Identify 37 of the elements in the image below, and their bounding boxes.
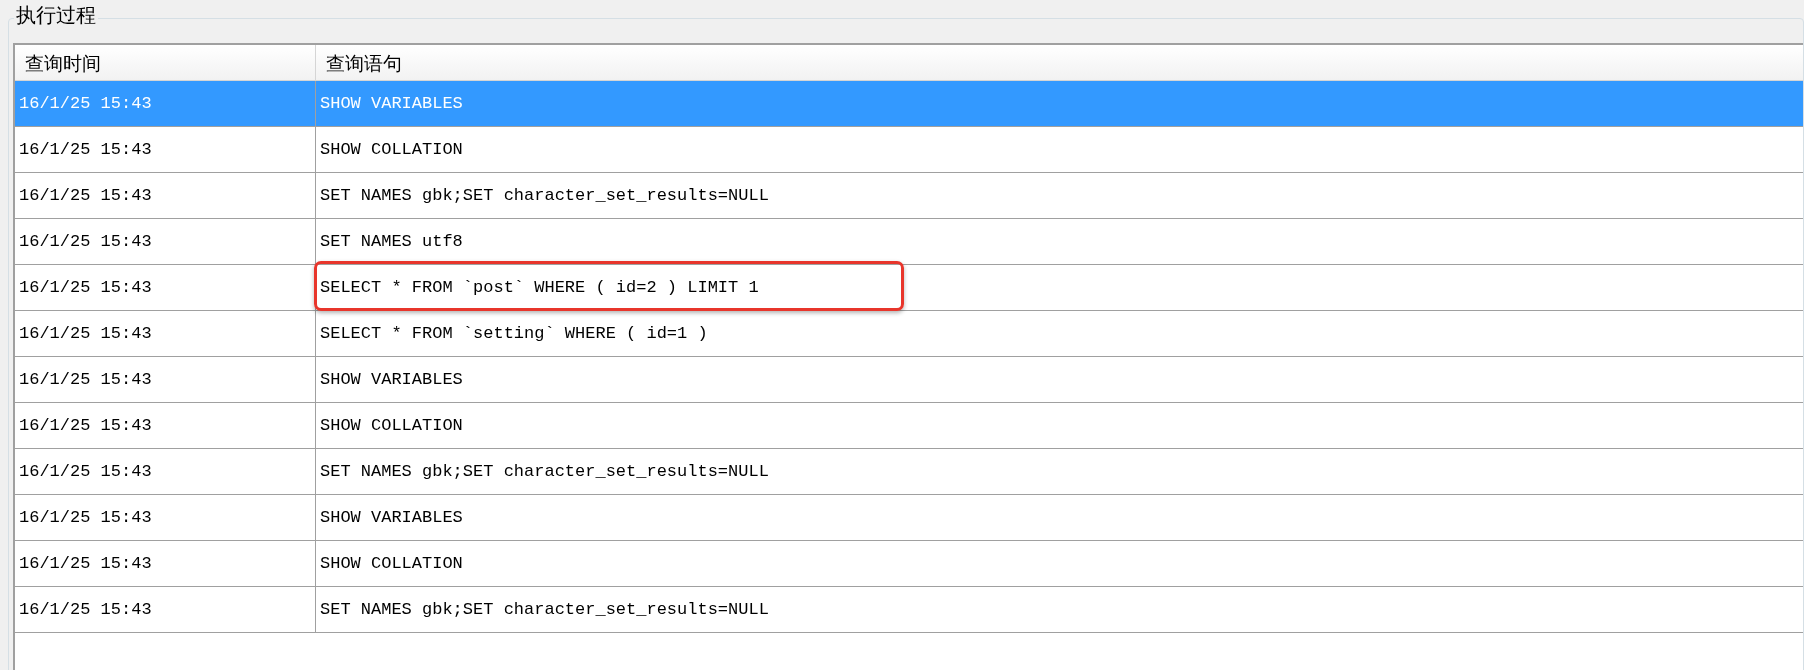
query-text: SET NAMES utf8: [320, 230, 463, 253]
time-cell: 16/1/25 15:43: [15, 449, 316, 494]
table-row[interactable]: 16/1/25 15:43 SHOW COLLATION: [15, 541, 1803, 587]
time-cell: 16/1/25 15:43: [15, 357, 316, 402]
time-cell: 16/1/25 15:43: [15, 127, 316, 172]
table-row[interactable]: 16/1/25 15:43 SET NAMES gbk;SET character_set_results=NULL: [15, 449, 1803, 495]
time-cell: 16/1/25 15:43: [15, 495, 316, 540]
time-cell: 16/1/25 15:43: [15, 403, 316, 448]
query-text: SET NAMES gbk;SET character_set_results=NULL: [320, 460, 769, 483]
column-header[interactable]: 查询语句: [316, 45, 1803, 80]
time-cell: 16/1/25 15:43: [15, 219, 316, 264]
query-text: SHOW VARIABLES: [320, 506, 463, 529]
time-cell: 16/1/25 15:43: [15, 541, 316, 586]
query-text: SET NAMES gbk;SET character_set_results=NULL: [320, 598, 769, 621]
query-text: SELECT * FROM `setting` WHERE ( id=1 ): [320, 322, 708, 345]
time-cell: 16/1/25 15:43: [15, 311, 316, 356]
column-header[interactable]: 查询时间: [15, 45, 316, 80]
table-row[interactable]: 16/1/25 15:43 SHOW VARIABLES: [15, 495, 1803, 541]
time-cell: 16/1/25 15:43: [15, 81, 316, 126]
query-text: SET NAMES gbk;SET character_set_results=NULL: [320, 184, 769, 207]
query-text: SHOW COLLATION: [320, 552, 463, 575]
query-text: SHOW COLLATION: [320, 138, 463, 161]
query-text: SHOW VARIABLES: [320, 92, 463, 115]
time-cell: 16/1/25 15:43: [15, 265, 316, 310]
table-row[interactable]: 16/1/25 15:43 SHOW VARIABLES: [15, 357, 1803, 403]
query-text: SHOW COLLATION: [320, 414, 463, 437]
query-text: SELECT * FROM `post` WHERE ( id=2 ) LIMIT 1: [320, 276, 759, 299]
table-row[interactable]: 16/1/25 15:43 SELECT * FROM `setting` WHERE ( id=1 ): [15, 311, 1803, 357]
time-cell: 16/1/25 15:43: [15, 173, 316, 218]
table-row[interactable]: 16/1/25 15:43 SET NAMES utf8: [15, 219, 1803, 265]
query-text: SHOW VARIABLES: [320, 368, 463, 391]
table-row[interactable]: 16/1/25 15:43 SET NAMES gbk;SET character_set_results=NULL: [15, 173, 1803, 219]
table-row[interactable]: 16/1/25 15:43 SET NAMES gbk;SET character_set_results=NULL: [15, 587, 1803, 633]
time-cell: 16/1/25 15:43: [15, 587, 316, 632]
table-row[interactable]: 16/1/25 15:43 SHOW COLLATION: [15, 403, 1803, 449]
table-row[interactable]: 16/1/25 15:43 SHOW COLLATION: [15, 127, 1803, 173]
group-title: 执行过程: [14, 2, 98, 28]
